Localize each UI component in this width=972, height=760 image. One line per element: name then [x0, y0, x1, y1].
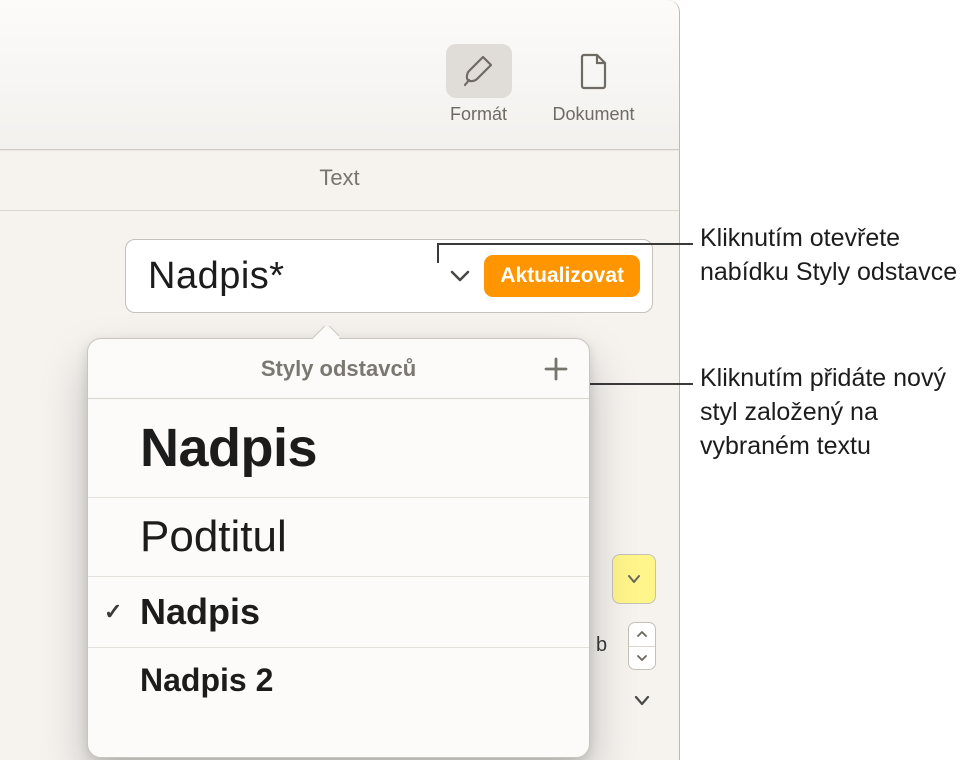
toolbar: Formát Dokument: [0, 0, 680, 150]
paragraph-style-dropdown[interactable]: Nadpis* Aktualizovat: [125, 239, 653, 313]
add-style-button[interactable]: [543, 356, 569, 382]
format-label: Formát: [450, 104, 507, 125]
style-item-label: Podtitul: [140, 512, 287, 561]
format-button[interactable]: Formát: [421, 44, 536, 125]
style-item-subtitle[interactable]: Podtitul: [88, 498, 589, 577]
chevron-down-icon: [450, 269, 470, 283]
current-style-name: Nadpis*: [148, 255, 450, 298]
leader-line: [437, 243, 439, 263]
document-button[interactable]: Dokument: [536, 44, 651, 125]
stepper-down-icon[interactable]: [629, 647, 655, 670]
document-label: Dokument: [552, 104, 634, 125]
check-icon: ✓: [104, 599, 122, 625]
leader-line: [437, 243, 693, 245]
toolbar-buttons: Formát Dokument: [421, 44, 651, 125]
style-item-label: Nadpis 2: [140, 662, 273, 698]
popover-title-text: Styly odstavců: [261, 356, 416, 382]
style-list: Nadpis Podtitul ✓ Nadpis Nadpis 2: [88, 399, 589, 713]
style-item-title[interactable]: Nadpis: [88, 399, 589, 498]
plus-icon: [543, 356, 569, 382]
stepper-up-icon[interactable]: [629, 623, 655, 647]
paintbrush-icon: [461, 53, 497, 89]
color-well[interactable]: [612, 554, 656, 604]
chevron-down-icon: [634, 693, 650, 711]
size-suffix: b: [596, 634, 607, 657]
callout-open-menu: Kliknutím otevřete nabídku Styly odstavc…: [700, 222, 970, 290]
update-button[interactable]: Aktualizovat: [484, 255, 640, 297]
style-item-label: Nadpis: [140, 591, 260, 632]
inspector-tab-text[interactable]: Text: [0, 150, 679, 211]
size-stepper[interactable]: [628, 622, 656, 670]
document-icon-wrap: [561, 44, 627, 98]
callout-add-style: Kliknutím přidáte nový styl založený na …: [700, 362, 970, 463]
style-item-label: Nadpis: [140, 418, 317, 478]
leader-line: [572, 383, 693, 385]
document-icon: [578, 52, 610, 90]
chevron-down-icon: [627, 574, 641, 584]
paragraph-styles-popover: Styly odstavců NadpisPodtitul✓NadpisNadp…: [87, 338, 590, 758]
popover-arrow: [313, 326, 339, 339]
style-item-heading[interactable]: ✓ Nadpis: [88, 577, 589, 648]
format-icon-wrap: [446, 44, 512, 98]
popover-title: Styly odstavců: [88, 339, 589, 399]
style-item-heading2[interactable]: Nadpis 2: [88, 648, 589, 713]
